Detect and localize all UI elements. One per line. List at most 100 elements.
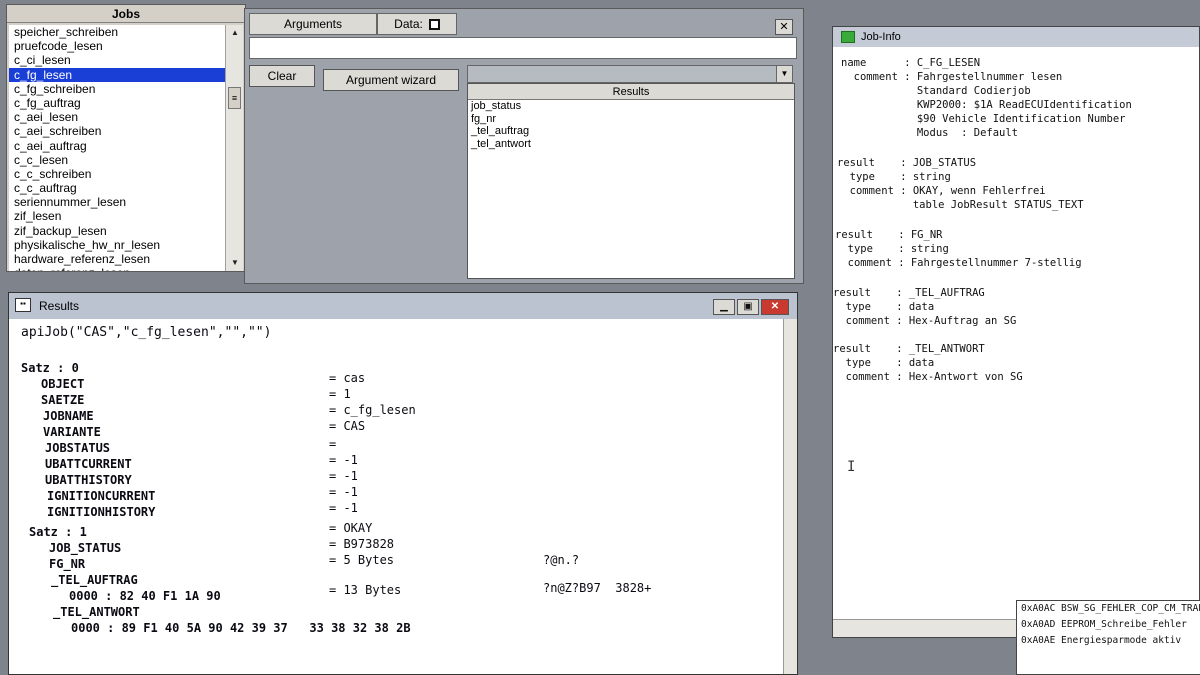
jobinfo-line: result : _TEL_ANTWORT [833, 343, 985, 355]
text-cursor-icon: I [847, 459, 856, 475]
job-item[interactable]: c_fg_auftrag [9, 96, 227, 110]
jobinfo-line: type : string [835, 243, 949, 255]
minimize-icon[interactable]: ▁ [713, 299, 735, 315]
jobinfo-line: type : data [833, 357, 935, 369]
result-value: = 13 Bytes [329, 583, 402, 597]
chevron-down-icon[interactable]: ▼ [776, 66, 792, 82]
result-value: = -1 [329, 453, 358, 467]
jobs-scrollbar[interactable]: ▲ ≡ ▼ [225, 25, 243, 271]
scroll-up-icon[interactable]: ▲ [226, 25, 244, 41]
results-list-header: Results [468, 84, 794, 100]
scroll-down-icon[interactable]: ▼ [226, 255, 244, 271]
result-value: = 5 Bytes [329, 553, 395, 567]
job-item[interactable]: physikalische_hw_nr_lesen [9, 238, 227, 252]
results-window: ▪▪ Results ▁ ▣ ✕ apiJob("CAS","c_fg_lese… [8, 292, 798, 675]
job-item[interactable]: c_aei_auftrag [9, 139, 227, 153]
job-item[interactable]: c_aei_lesen [9, 110, 227, 124]
job-item[interactable]: seriennummer_lesen [9, 195, 227, 209]
result-key: VARIANTE [43, 425, 101, 439]
result-item[interactable]: job_status [468, 100, 794, 113]
result-key: OBJECT [41, 377, 85, 391]
api-command: apiJob("CAS","c_fg_lesen","","") [21, 325, 272, 340]
job-item[interactable]: c_c_auftrag [9, 181, 227, 195]
result-key: UBATTHISTORY [45, 473, 132, 487]
arguments-combo[interactable]: ▼ [467, 65, 793, 83]
result-value: = -1 [329, 485, 358, 499]
clear-button[interactable]: Clear [249, 65, 315, 87]
job-item[interactable]: c_c_schreiben [9, 167, 227, 181]
job-item[interactable]: c_fg_schreiben [9, 82, 227, 96]
results-titlebar[interactable]: ▪▪ Results ▁ ▣ ✕ [9, 293, 797, 319]
scroll-thumb[interactable]: ≡ [228, 87, 241, 109]
jobinfo-line: Modus : Default [841, 127, 1019, 139]
result-value: = B973828 [329, 537, 395, 551]
jobinfo-line: comment : Hex-Antwort von SG [833, 371, 1023, 383]
job-item[interactable]: c_c_lesen [9, 153, 227, 167]
argument-wizard-button[interactable]: Argument wizard [323, 69, 459, 91]
error-item[interactable]: 0xA0AC BSW_SG_FEHLER_COP_CM_TRAP [1017, 601, 1200, 617]
ascii-dump: ?n@Z?B97 3828+ [543, 581, 652, 595]
error-item[interactable]: 0xA0AD EEPROM_Schreibe_Fehler [1017, 617, 1200, 633]
data-checkbox[interactable] [428, 19, 440, 30]
jobinfo-text[interactable]: name : C_FG_LESEN comment : Fahrgestelln… [833, 47, 1199, 619]
error-item[interactable]: 0xA0AE Energiesparmode aktiv [1017, 633, 1200, 649]
jobinfo-window: Job-Info name : C_FG_LESEN comment : Fah… [832, 26, 1200, 638]
result-item[interactable]: fg_nr [468, 113, 794, 126]
job-item[interactable]: daten_referenz_lesen [9, 266, 227, 271]
job-item[interactable]: zif_backup_lesen [9, 224, 227, 238]
result-item[interactable]: _tel_antwort [468, 138, 794, 151]
jobinfo-title: Job-Info [861, 31, 901, 43]
hex-dump: 0000 : 89 F1 40 5A 90 42 39 37 33 38 32 … [71, 621, 411, 635]
window-icon: ▪▪ [15, 298, 31, 312]
jobs-list[interactable]: speicher_schreiben pruefcode_lesen c_ci_… [9, 25, 227, 271]
jobinfo-line: result : FG_NR [835, 229, 943, 241]
result-key: UBATTCURRENT [45, 457, 132, 471]
satz-1-label: Satz : 1 [29, 525, 87, 539]
results-output[interactable]: apiJob("CAS","c_fg_lesen","","") Satz : … [9, 319, 783, 674]
result-key: _TEL_AUFTRAG [51, 573, 138, 587]
results-list-panel: Results job_status fg_nr _tel_auftrag _t… [467, 83, 795, 279]
job-item[interactable]: hardware_referenz_lesen [9, 252, 227, 266]
ascii-dump: ?@n.? [543, 553, 580, 567]
tab-arguments[interactable]: Arguments [249, 13, 377, 35]
jobinfo-window-icon [841, 31, 855, 43]
jobinfo-line: KWP2000: $1A ReadECUIdentification [841, 99, 1132, 111]
data-label: Data: [394, 17, 423, 31]
result-key: JOB_STATUS [49, 541, 122, 555]
result-key: _TEL_ANTWORT [53, 605, 140, 619]
job-item[interactable]: pruefcode_lesen [9, 39, 227, 53]
result-key: IGNITIONCURRENT [47, 489, 156, 503]
jobinfo-line: table JobResult STATUS_TEXT [837, 199, 1084, 211]
result-value: = [329, 437, 337, 451]
jobinfo-line: comment : Fahrgestellnummer 7-stellig [835, 257, 1082, 269]
result-value: = -1 [329, 501, 358, 515]
maximize-icon[interactable]: ▣ [737, 299, 759, 315]
hex-dump: 0000 : 82 40 F1 1A 90 [69, 589, 221, 603]
tab-data[interactable]: Data: [377, 13, 457, 35]
jobinfo-line: Standard Codierjob [841, 85, 1031, 97]
result-value: = -1 [329, 469, 358, 483]
results-scrollbar[interactable] [783, 319, 797, 674]
jobs-panel: Jobs speicher_schreiben pruefcode_lesen … [6, 4, 246, 272]
result-value: = CAS [329, 419, 366, 433]
job-item[interactable]: speicher_schreiben [9, 25, 227, 39]
arguments-panel: Arguments Data: ✕ Clear Argument wizard … [244, 8, 804, 284]
jobinfo-titlebar[interactable]: Job-Info [833, 27, 1199, 47]
jobinfo-line: result : _TEL_AUFTRAG [833, 287, 985, 299]
arguments-input[interactable] [249, 37, 797, 59]
job-item[interactable]: c_ci_lesen [9, 53, 227, 67]
results-title: Results [39, 299, 80, 313]
result-key: IGNITIONHISTORY [47, 505, 156, 519]
jobinfo-line: $90 Vehicle Identification Number [841, 113, 1126, 125]
result-value: = c_fg_lesen [329, 403, 416, 417]
job-item[interactable]: zif_lesen [9, 209, 227, 223]
result-value: = 1 [329, 387, 351, 401]
result-item[interactable]: _tel_auftrag [468, 125, 794, 138]
close-icon[interactable]: ✕ [761, 299, 789, 315]
result-value: = OKAY [329, 521, 373, 535]
jobinfo-line: comment : OKAY, wenn Fehlerfrei [837, 185, 1046, 197]
job-item-selected[interactable]: c_fg_lesen [9, 67, 227, 82]
job-item[interactable]: c_aei_schreiben [9, 124, 227, 138]
close-button[interactable]: ✕ [775, 19, 793, 35]
jobinfo-line: type : string [837, 171, 951, 183]
